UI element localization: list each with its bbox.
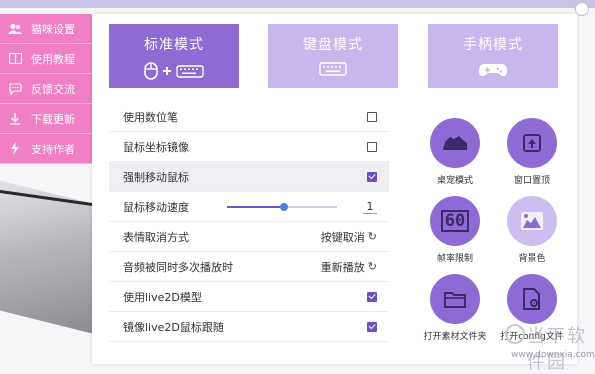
config-file-icon[interactable] [507,274,557,324]
watermark-url: www.downxia.com [511,350,595,360]
mode-keyboard-button[interactable]: 键盘模式 [268,24,398,88]
setting-mouse-speed-row: 鼠标移动速度 1 [109,192,389,222]
expression-cancel-value: 按键取消 [320,230,365,244]
sidebar-item-cat-settings[interactable]: 猫咪设置 [0,14,92,44]
bolt-icon [8,142,22,156]
setting-label: 音频被同时多次播放时 [123,260,233,274]
setting-label: 使用数位笔 [123,110,178,124]
sidebar-item-label: 反馈交流 [31,82,75,96]
round-button-label: 打开素材文件夹 [423,332,487,342]
pin-top-icon[interactable] [507,118,557,168]
setting-audio-multi-row: 音频被同时多次播放时 重新播放 ↻ [109,252,389,282]
refresh-icon: ↻ [367,260,377,273]
setting-label: 鼠标坐标镜像 [123,140,189,154]
mode-label: 键盘模式 [303,37,363,53]
slider-handle[interactable] [280,202,289,211]
setting-force-move-row: 强制移动鼠标 [109,162,389,192]
setting-expression-cancel-row: 表情取消方式 按键取消 ↻ [109,222,389,252]
users-icon [8,22,22,36]
mouse-keyboard-icon [144,62,204,80]
audio-multi-value: 重新播放 [320,260,365,274]
sidebar-item-feedback[interactable]: 反馈交流 [0,74,92,104]
setting-label: 镜像live2D鼠标跟随 [123,320,224,334]
gamepad-icon [478,62,508,78]
book-icon [8,52,22,66]
sidebar-item-label: 下载更新 [31,112,75,126]
keyboard-icon [319,62,347,76]
open-assets-folder-button[interactable]: 打开素材文件夹 [420,274,490,342]
chat-icon [8,82,22,96]
download-icon [8,112,22,126]
force-move-checkbox[interactable] [367,171,377,182]
round-button-label: 窗口置顶 [513,176,550,186]
mode-gamepad-button[interactable]: 手柄模式 [428,24,558,88]
setting-live2d-row: 使用live2D模型 [109,282,389,312]
setting-label: 表情取消方式 [123,230,189,244]
sidebar-item-support-author[interactable]: 支持作者 [0,134,92,164]
sidebar-item-download-update[interactable]: 下载更新 [0,104,92,134]
fps-icon[interactable]: 60 [430,196,480,246]
mouse-speed-value[interactable]: 1 [363,200,377,214]
window-close-button[interactable] [575,2,589,16]
setting-use-pen-row: 使用数位笔 [109,102,389,132]
live2d-checkbox[interactable] [367,291,377,302]
round-button-label: 背景色 [518,254,546,264]
folder-icon[interactable] [430,274,480,324]
slider-fill [227,205,285,208]
setting-label: 强制移动鼠标 [123,170,189,184]
mode-label: 标准模式 [144,37,204,53]
refresh-icon: ↻ [367,230,377,243]
expression-cancel-toggle[interactable]: 按键取消 ↻ [321,229,377,245]
live2d-mirror-checkbox[interactable] [367,321,377,332]
watermark-text: 当下软件园 [527,326,587,373]
setting-label: 鼠标移动速度 [123,200,189,214]
mode-label: 手柄模式 [463,37,523,53]
watermark: 当下软件园 www.downxia.com [505,322,595,373]
mirror-mouse-checkbox[interactable] [367,141,377,152]
settings-list: 使用数位笔 鼠标坐标镜像 强制移动鼠标 鼠标移动速度 1 表情取消方式 按键取消… [109,102,389,342]
mode-standard-button[interactable]: 标准模式 [109,24,239,88]
watermark-logo-icon [505,324,525,344]
round-button-label: 桌宠模式 [436,176,473,186]
sidebar-item-label: 使用教程 [31,52,75,66]
mouse-speed-slider[interactable] [227,202,337,212]
audio-multi-toggle[interactable]: 重新播放 ↻ [321,259,377,275]
sidebar-item-label: 支持作者 [31,142,75,156]
sidebar: 猫咪设置 使用教程 反馈交流 下载更新 支持作者 [0,14,92,164]
settings-panel: 标准模式 键盘模式 手柄模式 使用数位笔 鼠标坐标镜像 强制移动鼠标 鼠标移动速… [92,14,577,364]
setting-live2d-mirror-row: 镜像live2D鼠标跟随 [109,312,389,342]
background-color-icon[interactable] [507,196,557,246]
setting-mirror-mouse-row: 鼠标坐标镜像 [109,132,389,162]
fps-limit-button[interactable]: 60 帧率限制 [420,196,490,264]
use-pen-checkbox[interactable] [367,111,377,122]
round-button-label: 帧率限制 [436,254,473,264]
background-color-button[interactable]: 背景色 [497,196,567,264]
window-top-bar [0,0,595,8]
window-on-top-button[interactable]: 窗口置顶 [497,118,567,186]
setting-label: 使用live2D模型 [123,290,202,304]
desk-pet-mode-button[interactable]: 桌宠模式 [420,118,490,186]
desk-pet-icon[interactable] [430,118,480,168]
sidebar-item-label: 猫咪设置 [31,22,75,36]
fps-icon-text: 60 [440,210,470,232]
sidebar-item-tutorial[interactable]: 使用教程 [0,44,92,74]
